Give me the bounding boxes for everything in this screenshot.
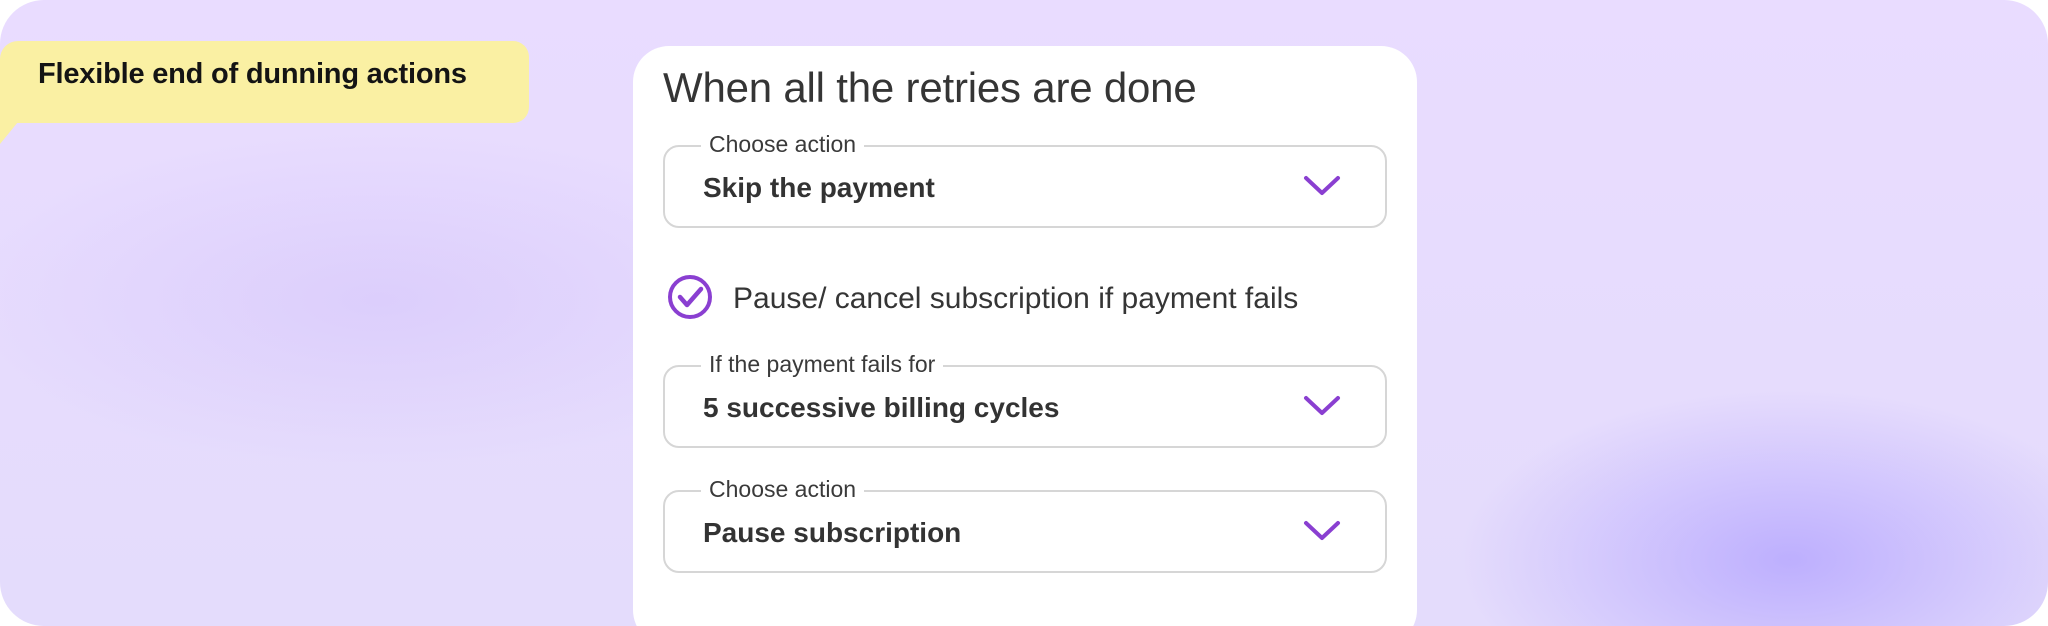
background-canvas: Flexible end of dunning actions When all…: [0, 0, 2048, 626]
payment-fails-for-legend: If the payment fails for: [701, 351, 944, 378]
payment-fails-for-select[interactable]: If the payment fails for 5 successive bi…: [663, 351, 1387, 448]
pause-cancel-label: Pause/ cancel subscription if payment fa…: [733, 282, 1299, 315]
choose-action-legend: Choose action: [701, 131, 865, 158]
final-action-select[interactable]: Choose action Pause subscription: [663, 476, 1387, 573]
check-circle-icon[interactable]: [667, 274, 713, 320]
chevron-down-icon[interactable]: [1303, 175, 1341, 197]
card-title: When all the retries are done: [663, 64, 1197, 111]
choose-action-select[interactable]: Choose action Skip the payment: [663, 131, 1387, 228]
dunning-settings-card: When all the retries are done Choose act…: [633, 46, 1417, 626]
final-action-legend: Choose action: [701, 476, 865, 503]
payment-fails-for-value: 5 successive billing cycles: [703, 392, 1060, 423]
final-action-value: Pause subscription: [703, 517, 962, 548]
chevron-down-icon[interactable]: [1303, 520, 1341, 542]
callout-tag-tail: [0, 122, 18, 144]
choose-action-value: Skip the payment: [703, 172, 935, 203]
chevron-down-icon[interactable]: [1303, 395, 1341, 417]
callout-tag-label: Flexible end of dunning actions: [38, 58, 467, 90]
